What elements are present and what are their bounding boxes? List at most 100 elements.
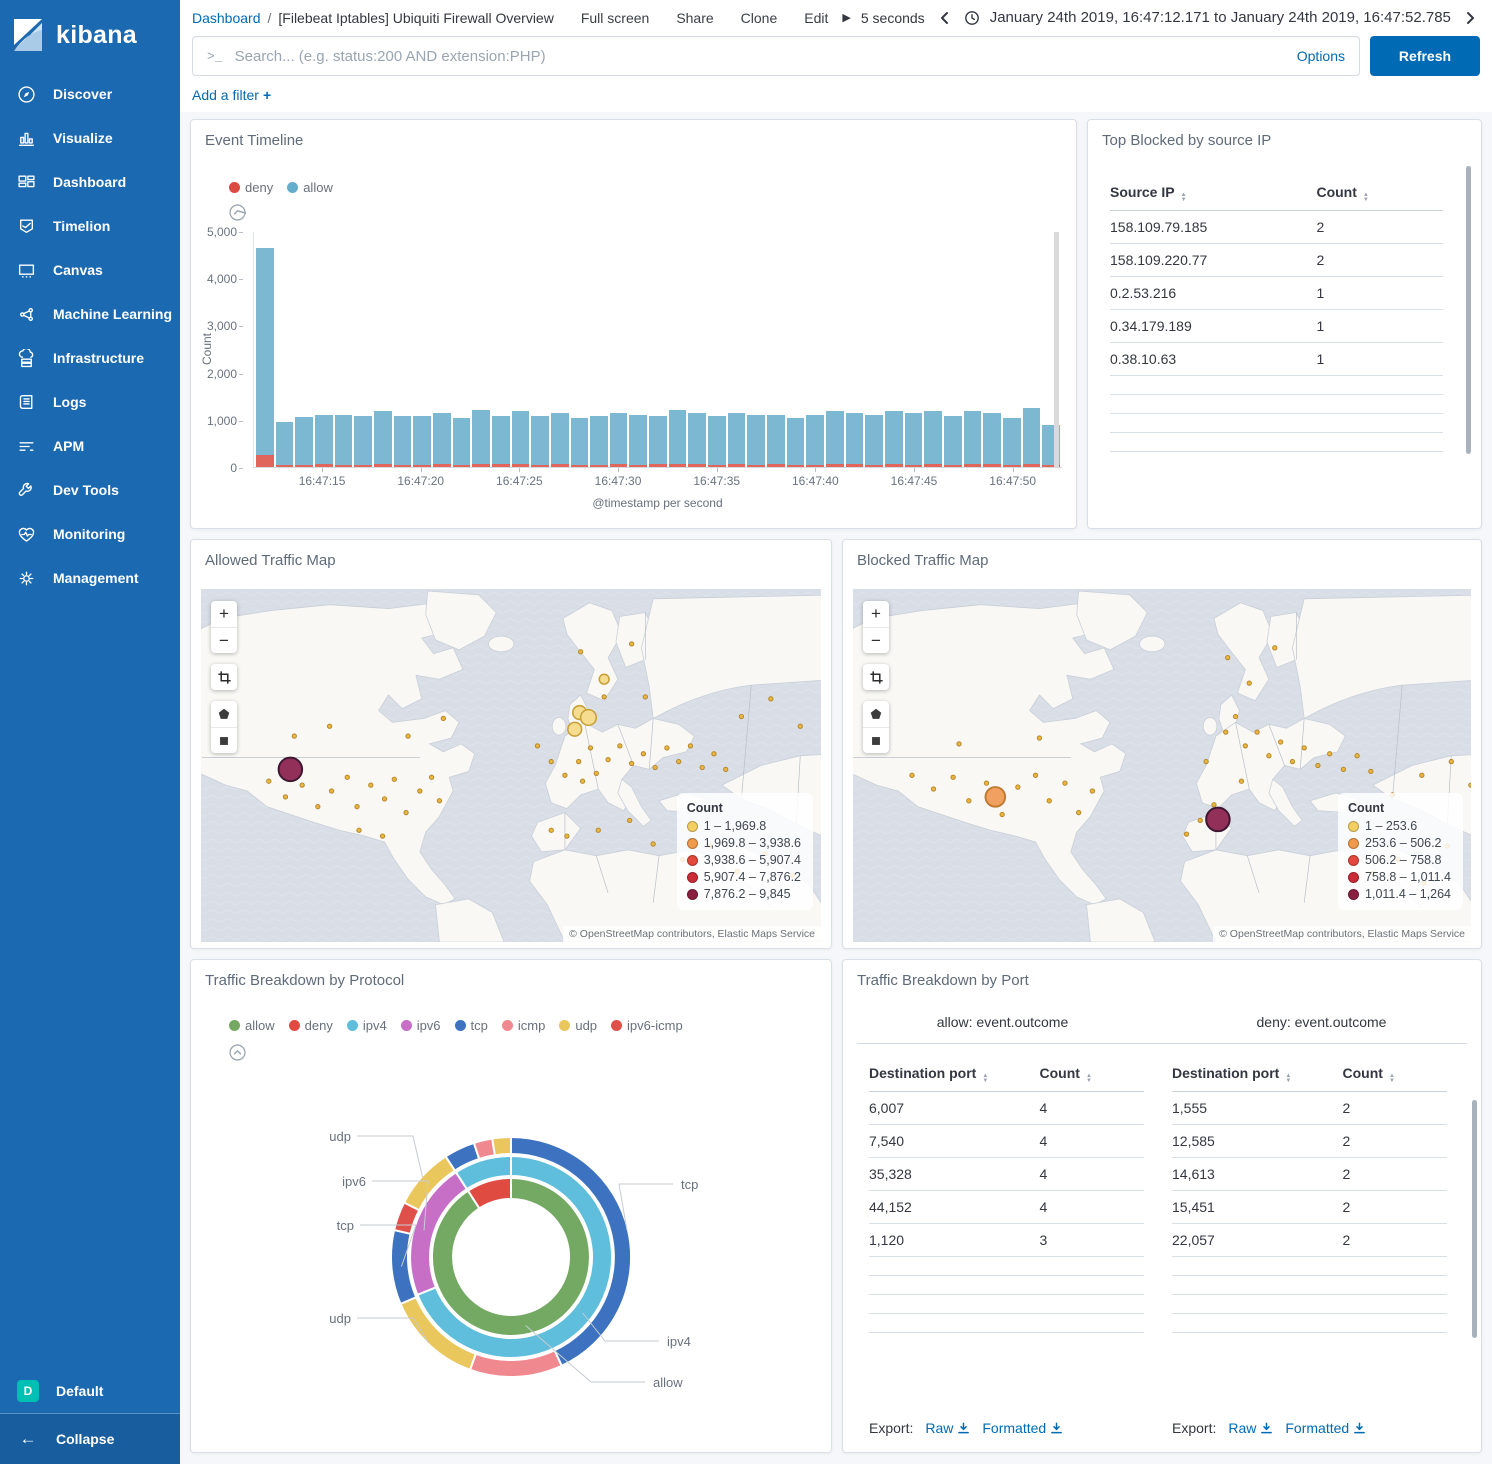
legend-dot: [287, 182, 298, 193]
legend-item-deny[interactable]: deny: [289, 1018, 333, 1033]
table-row[interactable]: 158.109.79.1852: [1110, 211, 1443, 244]
sidebar-item-logs[interactable]: Logs: [0, 380, 180, 424]
sidebar-item-dev-tools[interactable]: Dev Tools: [0, 468, 180, 512]
sidebar-item-management[interactable]: Management: [0, 556, 180, 600]
table-row[interactable]: 6,0074: [869, 1092, 1144, 1125]
timeline-x-axis-label: @timestamp per second: [253, 496, 1062, 510]
column-header-count[interactable]: Count▲▼: [1040, 1057, 1145, 1092]
breadcrumb-dashboard-link[interactable]: Dashboard: [192, 10, 261, 26]
legend-collapse-icon[interactable]: [229, 1044, 246, 1061]
zoom-in-button[interactable]: +: [863, 601, 889, 627]
table-row[interactable]: 7,5404: [869, 1125, 1144, 1158]
sidebar-item-discover[interactable]: Discover: [0, 72, 180, 116]
timeline-chart[interactable]: [253, 232, 1062, 468]
options-link[interactable]: Options: [1297, 48, 1345, 64]
column-header-source-ip[interactable]: Source IP▲▼: [1110, 176, 1316, 211]
table-row[interactable]: 35,3284: [869, 1158, 1144, 1191]
sidebar-item-timelion[interactable]: Timelion: [0, 204, 180, 248]
legend-item-udp[interactable]: udp: [559, 1018, 597, 1033]
fit-bounds-button[interactable]: [211, 664, 237, 690]
sidebar-item-infrastructure[interactable]: Infrastructure: [0, 336, 180, 380]
sidebar-item-visualize[interactable]: Visualize: [0, 116, 180, 160]
time-end-marker: [1054, 232, 1059, 467]
time-range[interactable]: January 24th 2019, 16:47:12.171 to Janua…: [990, 9, 1451, 26]
zoom-in-button[interactable]: +: [211, 601, 237, 627]
sidebar-item-canvas[interactable]: Canvas: [0, 248, 180, 292]
refresh-interval[interactable]: 5 seconds: [861, 10, 925, 26]
legend-collapse-icon[interactable]: [229, 204, 246, 221]
table-row[interactable]: 1,1203: [869, 1224, 1144, 1257]
zoom-out-button[interactable]: −: [211, 627, 237, 653]
legend-item-ipv4[interactable]: ipv4: [347, 1018, 387, 1033]
export-formatted-link[interactable]: Formatted: [982, 1420, 1063, 1436]
chevron-right-icon[interactable]: [1461, 11, 1480, 25]
menu-edit[interactable]: Edit: [804, 10, 828, 26]
table-row[interactable]: 22,0572: [1172, 1224, 1447, 1257]
legend-item-ipv6[interactable]: ipv6: [401, 1018, 441, 1033]
chevron-left-icon[interactable]: [935, 11, 954, 25]
draw-rectangle-button[interactable]: [863, 727, 889, 753]
scrollbar[interactable]: [1472, 1100, 1477, 1338]
column-header-destination-port[interactable]: Destination port▲▼: [1172, 1057, 1343, 1092]
allowed-traffic-map[interactable]: +− Count 1 – 1,969.81,969.8 – 3,938.63,9…: [201, 589, 821, 942]
legend-item-tcp[interactable]: tcp: [455, 1018, 488, 1033]
zoom-out-button[interactable]: −: [863, 627, 889, 653]
legend-item-allow[interactable]: allow: [287, 180, 333, 195]
scrollbar[interactable]: [1466, 166, 1471, 454]
table-row[interactable]: 12,5852: [1172, 1125, 1447, 1158]
refresh-button[interactable]: Refresh: [1370, 36, 1480, 76]
timeline-bar: [354, 416, 372, 467]
export-formatted-link[interactable]: Formatted: [1285, 1420, 1366, 1436]
legend-label: ipv6-icmp: [627, 1018, 683, 1033]
space-switcher[interactable]: D Default: [0, 1369, 180, 1413]
legend-item-deny[interactable]: deny: [229, 180, 273, 195]
sidebar-item-dashboard[interactable]: Dashboard: [0, 160, 180, 204]
add-filter-link[interactable]: Add a filter+: [192, 87, 271, 103]
sidebar-item-machine-learning[interactable]: Machine Learning: [0, 292, 180, 336]
sidebar-item-monitoring[interactable]: Monitoring: [0, 512, 180, 556]
timeline-bar: [551, 413, 569, 467]
dev-tools-icon: [17, 481, 36, 500]
menu-clone[interactable]: Clone: [741, 10, 778, 26]
export-raw-link[interactable]: Raw: [925, 1420, 970, 1436]
table-row[interactable]: 14,6132: [1172, 1158, 1447, 1191]
draw-polygon-button[interactable]: [863, 701, 889, 727]
table-row[interactable]: 0.2.53.2161: [1110, 277, 1443, 310]
sidebar-item-apm[interactable]: APM: [0, 424, 180, 468]
legend-item-icmp[interactable]: icmp: [502, 1018, 545, 1033]
sunburst-segment-allow[interactable]: [432, 1178, 590, 1336]
column-header-destination-port[interactable]: Destination port▲▼: [869, 1057, 1040, 1092]
table-row[interactable]: 158.109.220.772: [1110, 244, 1443, 277]
destination-port-table: Destination port▲▼Count▲▼6,00747,540435,…: [869, 1057, 1144, 1333]
table-row[interactable]: 1,5552: [1172, 1092, 1447, 1125]
column-header-count[interactable]: Count▲▼: [1343, 1057, 1448, 1092]
menu-share[interactable]: Share: [676, 10, 713, 26]
search-bar[interactable]: >_ Options: [192, 36, 1360, 76]
draw-polygon-button[interactable]: [211, 701, 237, 727]
play-icon[interactable]: ▶: [842, 11, 850, 24]
sunburst-segment-udp[interactable]: [492, 1137, 511, 1155]
machine-learning-icon: [17, 305, 36, 324]
sidebar-item-label: Visualize: [53, 130, 113, 146]
space-label: Default: [56, 1383, 103, 1399]
export-raw-link[interactable]: Raw: [1228, 1420, 1273, 1436]
column-header-count[interactable]: Count▲▼: [1316, 176, 1443, 211]
timeline-bar: [649, 416, 667, 467]
collapse-button[interactable]: ← Collapse: [0, 1414, 180, 1464]
protocol-sunburst-chart[interactable]: udpipv6tcpudptcpipv4allow: [191, 1030, 833, 1450]
table-row[interactable]: 0.38.10.631: [1110, 343, 1443, 376]
search-input[interactable]: [235, 48, 1297, 65]
legend-item-ipv6-icmp[interactable]: ipv6-icmp: [611, 1018, 683, 1033]
legend-dot: [1348, 838, 1359, 849]
kibana-logo[interactable]: kibana: [0, 0, 180, 66]
draw-rectangle-button[interactable]: [211, 727, 237, 753]
blocked-traffic-map[interactable]: +− Count 1 – 253.6253.6 – 506.2506.2 – 7…: [853, 589, 1471, 942]
legend-item-allow[interactable]: allow: [229, 1018, 275, 1033]
table-row[interactable]: 44,1524: [869, 1191, 1144, 1224]
timeline-bar: [747, 415, 765, 467]
menu-full-screen[interactable]: Full screen: [581, 10, 649, 26]
table-row[interactable]: 0.34.179.1891: [1110, 310, 1443, 343]
y-tick-label: 3,000: [207, 319, 237, 333]
fit-bounds-button[interactable]: [863, 664, 889, 690]
table-row[interactable]: 15,4512: [1172, 1191, 1447, 1224]
